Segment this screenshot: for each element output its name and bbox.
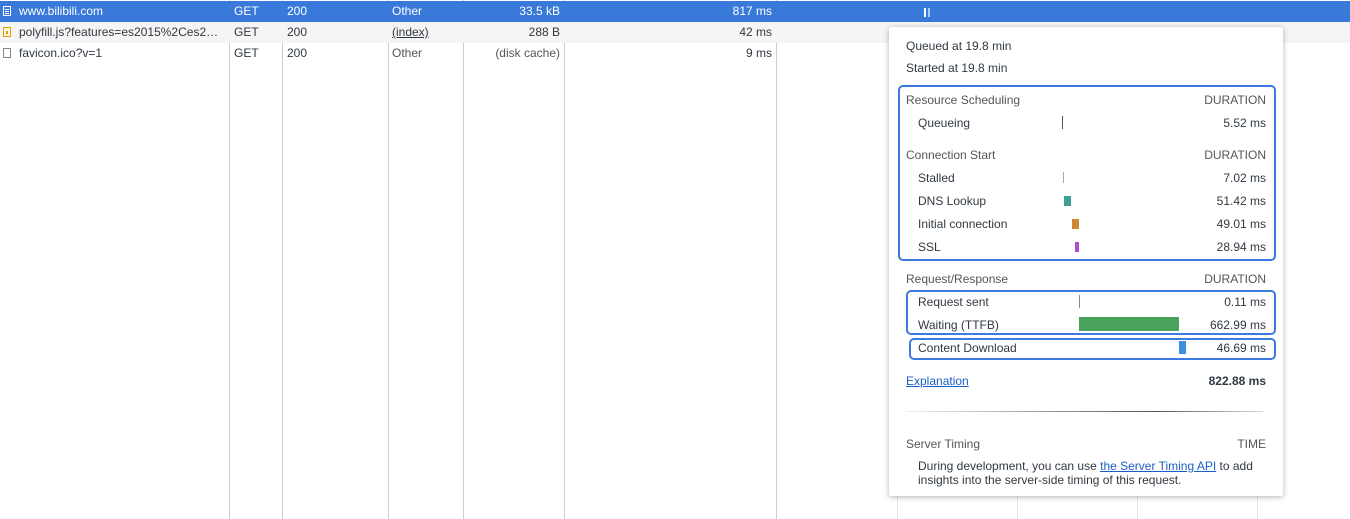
request-time: 9 ms (745, 46, 772, 60)
duration-header: DURATION (1204, 148, 1266, 162)
server-timing-description: During development, you can use the Serv… (918, 459, 1253, 473)
timing-bar-initial-connection (1072, 219, 1079, 229)
started-at: Started at 19.8 min (906, 61, 1008, 75)
waterfall-bar[interactable] (924, 8, 926, 17)
timing-bar-waiting-ttfb (1079, 317, 1179, 331)
ssl-duration: 28.94 ms (1216, 240, 1266, 254)
timing-bar-ssl (1075, 242, 1079, 252)
request-sent-duration: 0.11 ms (1224, 295, 1266, 309)
request-type: Other (392, 46, 423, 60)
request-name[interactable]: polyfill.js?features=es2015%2Ces2… (19, 22, 224, 43)
column-divider (229, 0, 230, 519)
request-status: 200 (287, 25, 308, 39)
server-timing-text: to add (1216, 459, 1253, 473)
content-download-duration: 46.69 ms (1216, 341, 1266, 355)
dns-lookup-label: DNS Lookup (918, 194, 987, 208)
request-name[interactable]: favicon.ico?v=1 (19, 43, 224, 64)
request-status: 200 (287, 4, 308, 18)
file-icon (3, 48, 11, 58)
content-download-label: Content Download (918, 341, 1017, 355)
request-initiator-link[interactable]: (index) (392, 22, 460, 43)
table-row[interactable]: www.bilibili.com GET 200 Other 33.5 kB 8… (0, 1, 1350, 22)
duration-header: DURATION (1204, 272, 1266, 286)
request-sent-label: Request sent (918, 295, 989, 309)
queued-at: Queued at 19.8 min (906, 39, 1012, 53)
column-divider (282, 0, 283, 519)
script-file-icon (3, 27, 11, 37)
column-divider (776, 0, 777, 519)
waterfall-bar[interactable] (928, 8, 930, 17)
resource-scheduling-heading: Resource Scheduling (906, 93, 1021, 107)
initial-connection-duration: 49.01 ms (1216, 217, 1266, 231)
request-size: (disk cache) (495, 46, 560, 60)
time-header: TIME (1237, 437, 1266, 451)
duration-header: DURATION (1204, 93, 1266, 107)
dns-lookup-duration: 51.42 ms (1216, 194, 1266, 208)
column-divider (463, 0, 464, 519)
column-divider (564, 0, 565, 519)
request-name[interactable]: www.bilibili.com (19, 1, 224, 22)
waiting-ttfb-label: Waiting (TTFB) (918, 318, 999, 332)
request-size: 33.5 kB (519, 4, 560, 18)
request-type: Other (392, 4, 423, 18)
queueing-label: Queueing (918, 116, 971, 130)
connection-start-heading: Connection Start (906, 148, 996, 162)
section-divider (906, 411, 1263, 412)
timing-bar-content-download (1179, 341, 1186, 354)
request-time: 817 ms (732, 4, 772, 18)
server-timing-text: During development, you can use (918, 459, 1101, 473)
column-divider (388, 0, 389, 519)
timing-bar-dns-lookup (1064, 196, 1071, 206)
request-method: GET (234, 4, 259, 18)
server-timing-api-link[interactable]: the Server Timing API (1100, 459, 1216, 473)
explanation-link[interactable]: Explanation (906, 374, 969, 388)
stalled-duration: 7.02 ms (1223, 171, 1266, 185)
timing-bar-stalled (1063, 172, 1064, 183)
waiting-ttfb-duration: 662.99 ms (1209, 318, 1266, 332)
timing-bar-request-sent (1079, 295, 1080, 308)
timing-bar-queueing (1062, 116, 1063, 129)
initial-connection-label: Initial connection (918, 217, 1008, 231)
timing-popover: Queued at 19.8 min Started at 19.8 min R… (889, 27, 1283, 496)
total-duration: 822.88 ms (1208, 374, 1266, 388)
request-status: 200 (287, 46, 308, 60)
request-size: 288 B (528, 25, 560, 39)
stalled-label: Stalled (918, 171, 955, 185)
queueing-duration: 5.52 ms (1223, 116, 1266, 130)
ssl-label: SSL (918, 240, 941, 254)
server-timing-heading: Server Timing (906, 437, 981, 451)
server-timing-description-line2: insights into the server-side timing of … (918, 473, 1182, 487)
request-time: 42 ms (739, 25, 772, 39)
request-response-heading: Request/Response (906, 272, 1009, 286)
document-icon (3, 6, 11, 16)
request-method: GET (234, 25, 259, 39)
request-method: GET (234, 46, 259, 60)
